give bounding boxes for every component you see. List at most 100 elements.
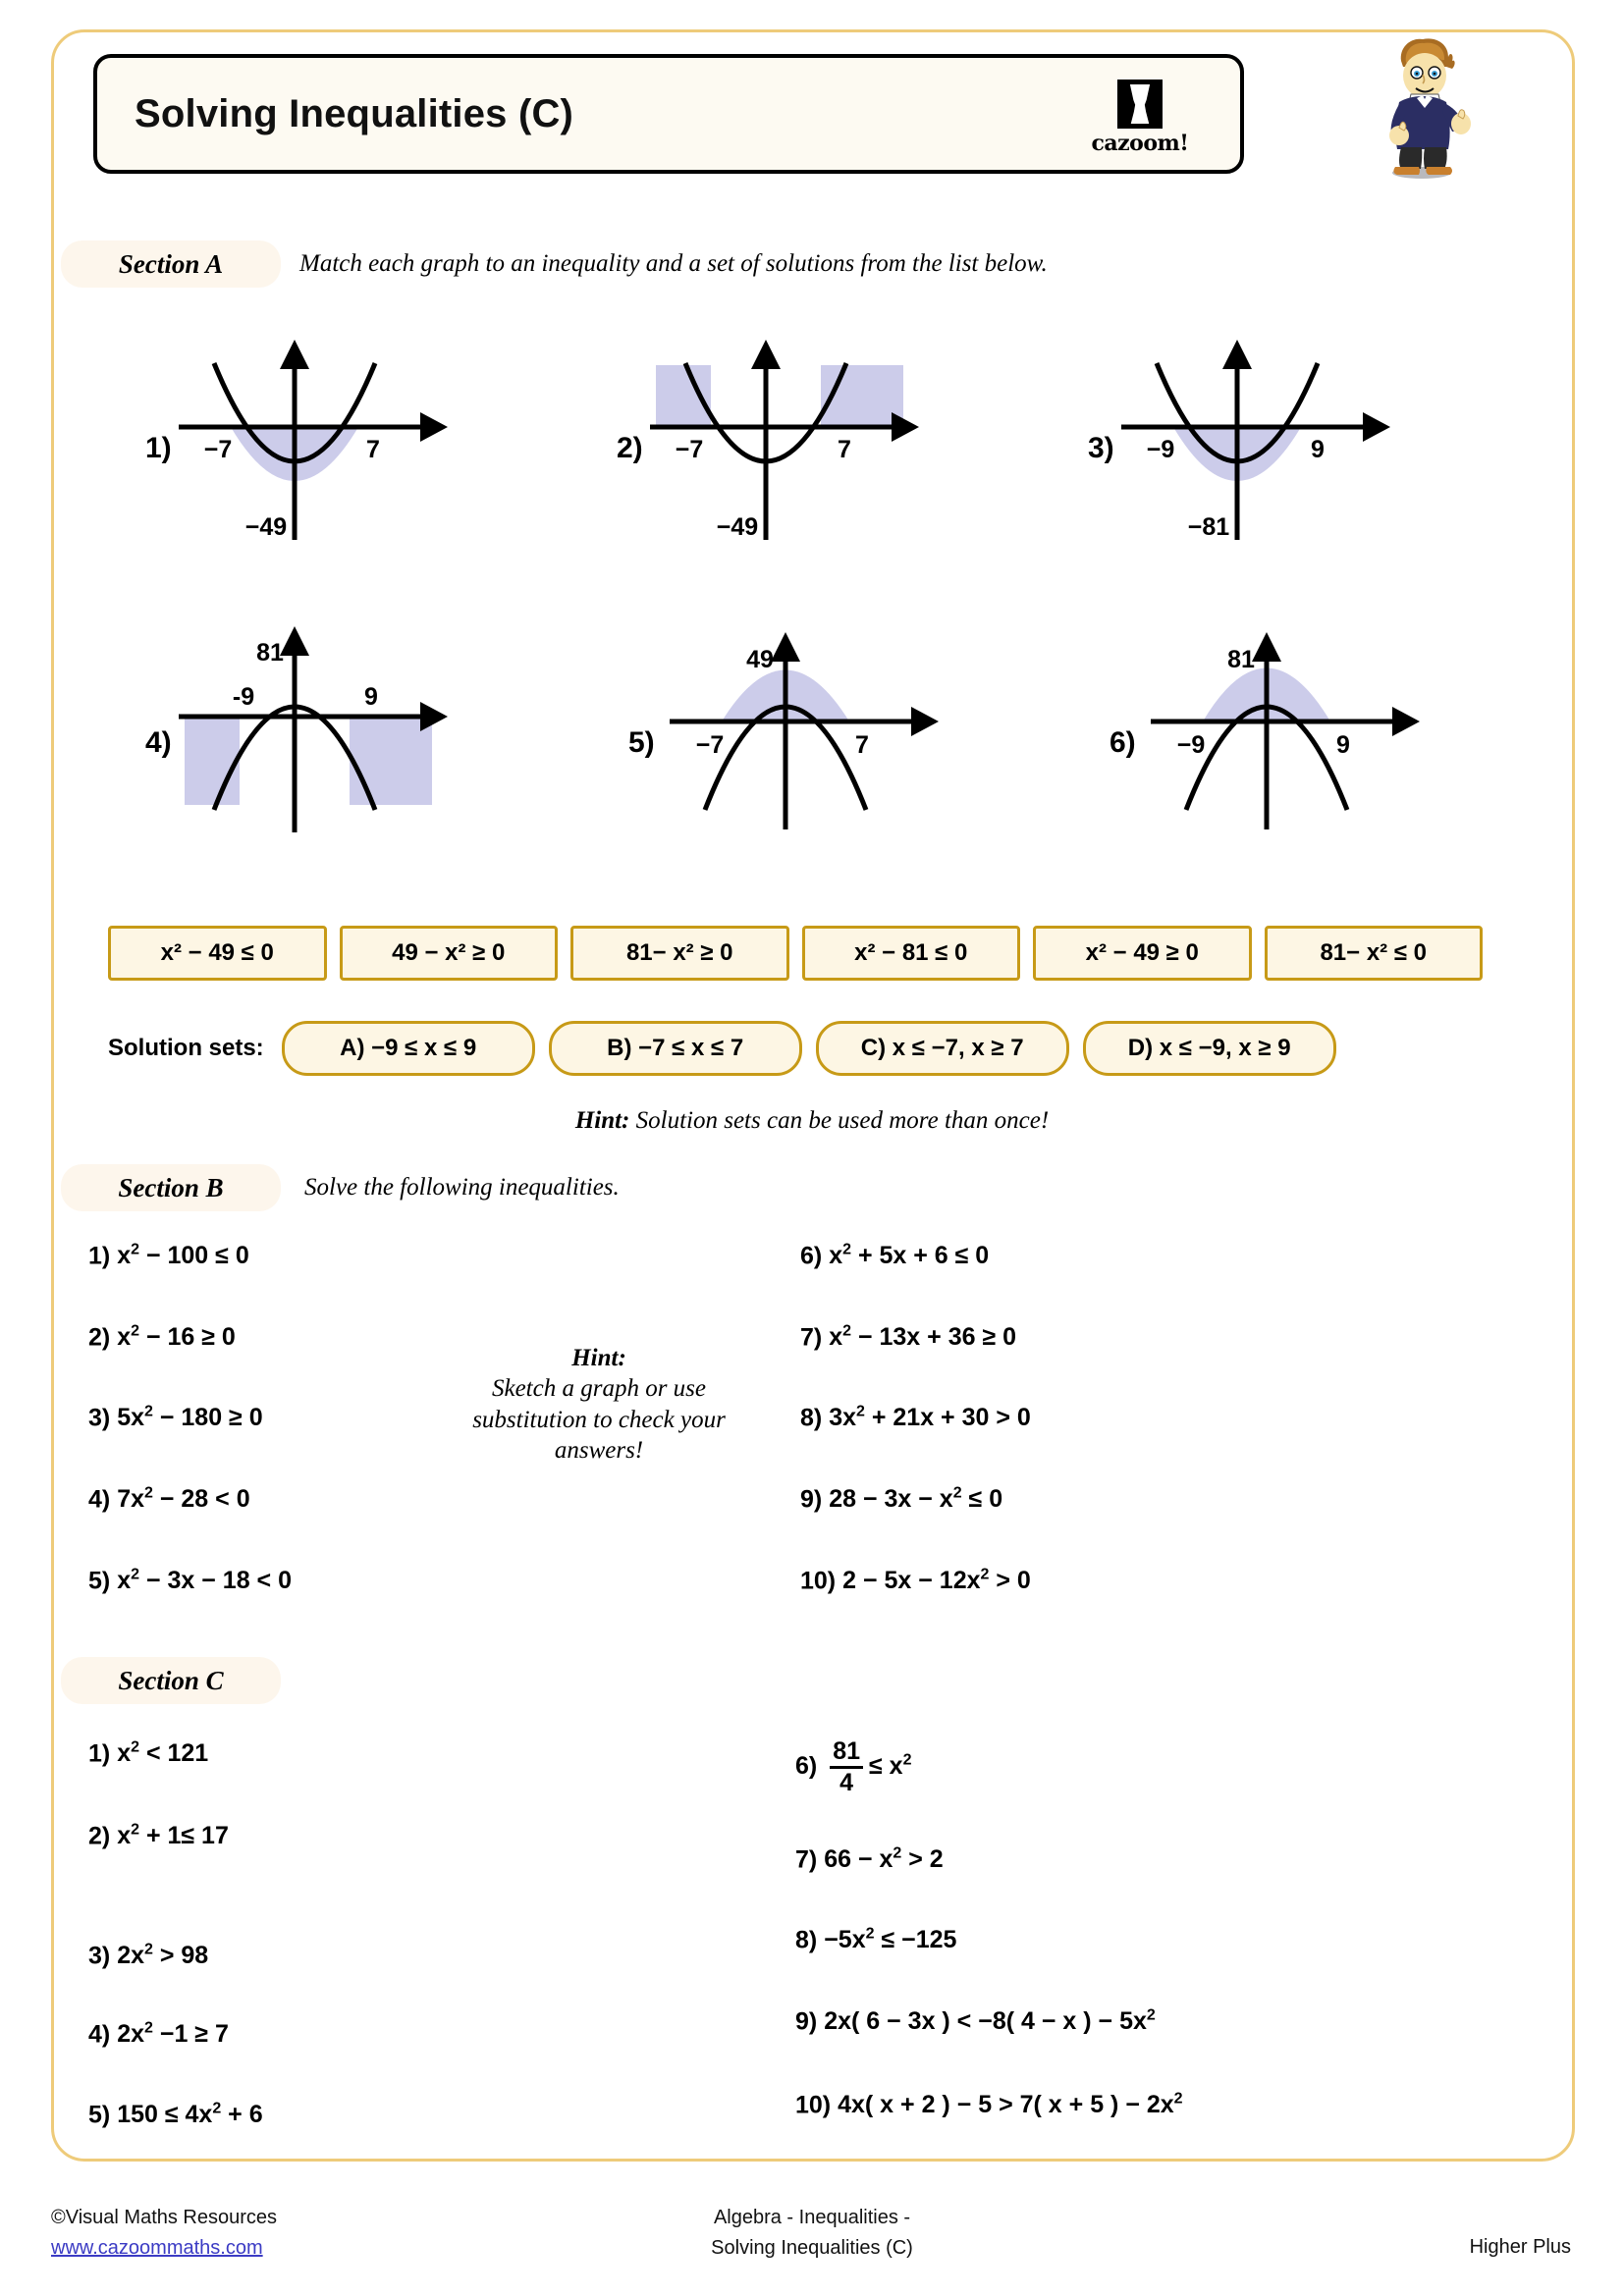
section-c-question: 10) 4x( x + 2 ) − 5 > 7( x + 5 ) − 2x2: [795, 2091, 1183, 2119]
worksheet-title-box: Solving Inequalities (C) cazoom!: [93, 54, 1244, 174]
inequality-option[interactable]: x² − 49 ≤ 0: [108, 926, 327, 981]
svg-text:−7: −7: [696, 731, 725, 759]
graph-2-number: 2): [617, 432, 643, 464]
section-b-question: 1) x2 − 100 ≤ 0: [88, 1242, 249, 1270]
section-c-question: 5) 150 ≤ 4x2 + 6: [88, 2101, 263, 2129]
question-number: 8): [800, 1404, 823, 1432]
svg-text:−49: −49: [245, 513, 287, 541]
question-number: 10): [800, 1567, 837, 1595]
question-expression: 2x2 > 98: [117, 1942, 209, 1970]
inequality-option[interactable]: x² − 49 ≥ 0: [1033, 926, 1252, 981]
svg-text:7: 7: [366, 436, 380, 463]
section-b-question: 9) 28 − 3x − x2 ≤ 0: [800, 1485, 1002, 1514]
boy-mascot-icon: [1389, 38, 1471, 179]
section-b-question: 8) 3x2 + 21x + 30 > 0: [800, 1404, 1031, 1432]
cazoom-logo-text: cazoom!: [1091, 131, 1189, 156]
section-c-question: 3) 2x2 > 98: [88, 1942, 208, 1970]
graph-5: 5) −7 7 49: [628, 628, 943, 849]
question-expression: −5x2 ≤ −125: [824, 1926, 957, 1954]
page-footer: ©Visual Maths Resources www.cazoommaths.…: [0, 2203, 1624, 2291]
question-expression: x2 < 121: [117, 1739, 209, 1768]
section-b-question: 3) 5x2 − 180 ≥ 0: [88, 1404, 263, 1432]
question-expression: 150 ≤ 4x2 + 6: [117, 2101, 263, 2129]
section-b-question: 10) 2 − 5x − 12x2 > 0: [800, 1567, 1031, 1595]
inequality-options-row: x² − 49 ≤ 0 49 − x² ≥ 0 81− x² ≥ 0 x² − …: [108, 926, 1483, 981]
section-a-label: Section A: [61, 240, 281, 288]
graph-4-number: 4): [145, 726, 172, 759]
question-number: 1): [88, 1242, 111, 1270]
section-b-hint-line3: answers!: [554, 1436, 644, 1464]
inequality-option[interactable]: x² − 81 ≤ 0: [801, 926, 1020, 981]
question-expression: x2 − 100 ≤ 0: [117, 1242, 249, 1270]
footer-level: Higher Plus: [1469, 2236, 1571, 2258]
graph-6-number: 6): [1110, 726, 1136, 759]
graph-6: 6) −9 9 81: [1110, 628, 1424, 849]
question-number: 4): [88, 2020, 111, 2049]
solution-set-option[interactable]: D) x ≤ −9, x ≥ 9: [1082, 1021, 1336, 1076]
footer-topic-line2: Solving Inequalities (C): [711, 2237, 913, 2259]
question-expression: x2 + 1≤ 17: [117, 1822, 229, 1850]
graph-4: 4) -9 9 81: [137, 618, 452, 849]
svg-text:-9: -9: [233, 683, 254, 711]
question-number: 6): [795, 1752, 818, 1781]
svg-text:7: 7: [855, 731, 869, 759]
section-a-hint-label: Hint:: [574, 1107, 630, 1134]
section-a-hint: Hint: Solution sets can be used more tha…: [0, 1107, 1624, 1135]
svg-text:−9: −9: [1147, 436, 1175, 463]
section-c-question: 7) 66 − x2 > 2: [795, 1845, 944, 1874]
question-expression: x2 − 13x + 36 ≥ 0: [829, 1323, 1017, 1352]
inequality-option[interactable]: 49 − x² ≥ 0: [339, 926, 558, 981]
question-expression: 4x( x + 2 ) − 5 > 7( x + 5 ) − 2x2: [838, 2091, 1183, 2119]
section-b-label: Section B: [61, 1164, 281, 1211]
page-title: Solving Inequalities (C): [135, 91, 574, 135]
question-number: 9): [800, 1485, 823, 1514]
question-number: 6): [800, 1242, 823, 1270]
cazoom-cup-logo-icon: [1117, 80, 1163, 129]
svg-text:−81: −81: [1188, 513, 1230, 541]
section-b-hint-line2: substitution to check your: [472, 1406, 726, 1433]
question-number: 10): [795, 2091, 832, 2119]
svg-text:−7: −7: [676, 436, 704, 463]
svg-text:9: 9: [364, 683, 378, 711]
question-expression: x2 − 3x − 18 < 0: [117, 1567, 292, 1595]
section-c-question: 9) 2x( 6 − 3x ) < −8( 4 − x ) − 5x2: [795, 2007, 1156, 2036]
question-number: 3): [88, 1942, 111, 1970]
section-b-question: 7) x2 − 13x + 36 ≥ 0: [800, 1323, 1016, 1352]
section-c-label: Section C: [61, 1657, 281, 1704]
question-number: 8): [795, 1926, 818, 1954]
question-expression: x2 − 16 ≥ 0: [117, 1323, 236, 1352]
question-expression: 2 − 5x − 12x2 > 0: [842, 1567, 1031, 1595]
inequality-option[interactable]: 81− x² ≥ 0: [570, 926, 789, 981]
solution-set-option[interactable]: B) −7 ≤ x ≤ 7: [548, 1021, 802, 1076]
svg-text:−7: −7: [204, 436, 233, 463]
svg-text:9: 9: [1336, 731, 1350, 759]
graph-1: 1) −7 7 −49: [137, 334, 452, 555]
solution-set-option[interactable]: C) x ≤ −7, x ≥ 7: [815, 1021, 1069, 1076]
question-expression: 66 − x2 > 2: [824, 1845, 944, 1874]
question-expression: 2x2 −1 ≥ 7: [117, 2020, 229, 2049]
question-number: 7): [800, 1323, 823, 1352]
solution-sets-row: Solution sets: A) −9 ≤ x ≤ 9 B) −7 ≤ x ≤…: [108, 1021, 1483, 1076]
graph-3-number: 3): [1088, 432, 1114, 464]
question-expression: 28 − 3x − x2 ≤ 0: [829, 1485, 1003, 1514]
svg-text:−49: −49: [717, 513, 758, 541]
section-b-hint-line1: Sketch a graph or use: [491, 1375, 707, 1403]
question-number: 1): [88, 1739, 111, 1768]
section-c-question: 8) −5x2 ≤ −125: [795, 1926, 956, 1954]
section-b-hint-title: Hint:: [571, 1345, 626, 1371]
graph-2: 2) −7 7 −49: [609, 334, 923, 555]
section-c-question: 2) x2 + 1≤ 17: [88, 1822, 229, 1850]
question-number: 2): [88, 1323, 111, 1352]
section-c-question: 4) 2x2 −1 ≥ 7: [88, 2020, 229, 2049]
inequality-option[interactable]: 81− x² ≤ 0: [1264, 926, 1483, 981]
question-expression: 2x( 6 − 3x ) < −8( 4 − x ) − 5x2: [824, 2007, 1156, 2036]
question-number: 7): [795, 1845, 818, 1874]
svg-text:49: 49: [746, 646, 774, 673]
section-a-instruction: Match each graph to an inequality and a …: [299, 250, 1048, 277]
question-number: 5): [88, 1567, 111, 1595]
svg-text:9: 9: [1311, 436, 1325, 463]
section-b-hint: Hint: Sketch a graph or use substitution…: [432, 1343, 766, 1466]
footer-center: Algebra - Inequalities - Solving Inequal…: [0, 2203, 1624, 2264]
question-expression: 3x2 + 21x + 30 > 0: [829, 1404, 1031, 1432]
solution-set-option[interactable]: A) −9 ≤ x ≤ 9: [281, 1021, 535, 1076]
